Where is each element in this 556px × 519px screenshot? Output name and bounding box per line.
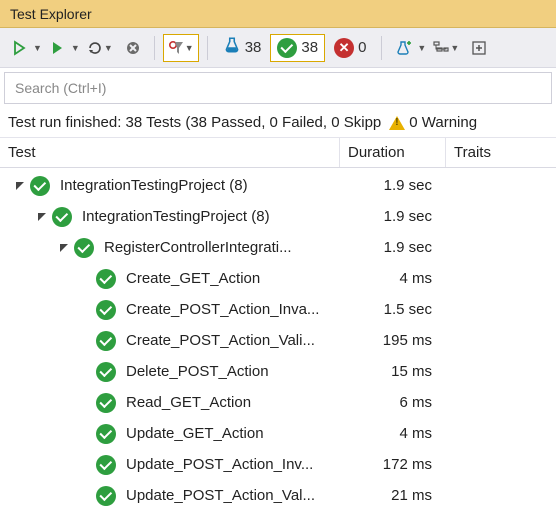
flask-plus-icon — [395, 40, 411, 56]
filter-icon — [168, 40, 184, 56]
test-duration: 4 ms — [340, 425, 446, 442]
playlist-button[interactable]: ▼ — [390, 34, 426, 62]
status-line: Test run finished: 38 Tests (38 Passed, … — [0, 108, 556, 138]
test-duration: 15 ms — [340, 363, 446, 380]
chevron-down-icon: ▼ — [417, 43, 426, 53]
pass-icon — [96, 424, 116, 444]
test-name: Update_GET_Action — [126, 425, 264, 442]
test-name: Update_POST_Action_Inv... — [126, 456, 313, 473]
pass-icon — [96, 300, 116, 320]
test-row[interactable]: Read_GET_Action 6 ms — [0, 387, 556, 418]
run-all-button[interactable]: ▼ — [6, 34, 42, 62]
add-column-icon — [471, 40, 487, 56]
hierarchy-icon — [433, 40, 449, 56]
test-row[interactable]: Update_POST_Action_Inv... 172 ms — [0, 449, 556, 480]
test-row[interactable]: Create_GET_Action 4 ms — [0, 263, 556, 294]
test-row[interactable]: RegisterControllerIntegrati... 1.9 sec — [0, 232, 556, 263]
test-name: Read_GET_Action — [126, 394, 251, 411]
pass-icon — [96, 486, 116, 506]
search-input[interactable] — [13, 79, 543, 97]
repeat-run-button[interactable]: ▼ — [82, 34, 118, 62]
warning-icon — [389, 116, 405, 130]
test-row[interactable]: Create_POST_Action_Vali... 195 ms — [0, 325, 556, 356]
play-icon — [49, 40, 65, 56]
chevron-down-icon: ▼ — [185, 43, 194, 53]
filter-button[interactable]: ▼ — [163, 34, 199, 62]
column-duration[interactable]: Duration — [340, 138, 446, 167]
flask-icon — [223, 36, 241, 59]
test-name: IntegrationTestingProject (8) — [82, 208, 270, 225]
pass-icon — [96, 362, 116, 382]
test-duration: 1.9 sec — [340, 239, 446, 256]
grid-header: Test Duration Traits — [0, 138, 556, 168]
test-duration: 1.5 sec — [340, 301, 446, 318]
test-row[interactable]: Create_POST_Action_Inva... 1.5 sec — [0, 294, 556, 325]
group-by-button[interactable]: ▼ — [428, 34, 464, 62]
cancel-button[interactable] — [120, 34, 146, 62]
search-box[interactable] — [4, 72, 552, 104]
column-test[interactable]: Test — [0, 138, 340, 167]
test-name: Delete_POST_Action — [126, 363, 269, 380]
chevron-down-icon: ▼ — [104, 43, 113, 53]
fail-icon: ✕ — [334, 38, 354, 58]
separator — [381, 36, 382, 60]
passed-count: 38 — [301, 39, 318, 56]
status-warning: 0 Warning — [389, 114, 477, 131]
test-tree: IntegrationTestingProject (8)1.9 secInte… — [0, 168, 556, 519]
pass-icon — [277, 38, 297, 58]
pass-icon — [52, 207, 72, 227]
pass-icon — [96, 331, 116, 351]
pass-icon — [30, 176, 50, 196]
test-name: Create_POST_Action_Inva... — [126, 301, 319, 318]
test-duration: 195 ms — [340, 332, 446, 349]
chevron-down-icon: ▼ — [71, 43, 80, 53]
separator — [154, 36, 155, 60]
collapse-toggle[interactable] — [14, 181, 26, 191]
failed-tests-counter[interactable]: ✕ 0 — [327, 34, 373, 62]
chevron-down-icon: ▼ — [33, 43, 42, 53]
pass-icon — [74, 238, 94, 258]
test-duration: 21 ms — [340, 487, 446, 504]
collapse-toggle[interactable] — [36, 212, 48, 222]
total-count: 38 — [245, 39, 262, 56]
run-button[interactable]: ▼ — [44, 34, 80, 62]
test-name: Create_POST_Action_Vali... — [126, 332, 315, 349]
test-name: RegisterControllerIntegrati... — [104, 239, 292, 256]
test-duration: 6 ms — [340, 394, 446, 411]
test-row[interactable]: IntegrationTestingProject (8) 1.9 sec — [0, 201, 556, 232]
passed-tests-counter[interactable]: 38 — [270, 34, 325, 62]
pass-icon — [96, 393, 116, 413]
pass-icon — [96, 269, 116, 289]
test-row[interactable]: Update_POST_Action_Val... 21 ms — [0, 480, 556, 511]
status-text: Test run finished: 38 Tests (38 Passed, … — [8, 114, 381, 131]
cancel-icon — [125, 40, 141, 56]
test-row[interactable]: IntegrationTestingProject (8) 1.9 sec — [0, 170, 556, 201]
collapse-toggle[interactable] — [58, 243, 70, 253]
column-traits[interactable]: Traits — [446, 138, 556, 167]
test-row[interactable]: Delete_POST_Action 15 ms — [0, 356, 556, 387]
title-bar: Test Explorer — [0, 0, 556, 28]
test-name: Create_GET_Action — [126, 270, 260, 287]
failed-count: 0 — [358, 39, 366, 56]
chevron-down-icon: ▼ — [450, 43, 459, 53]
toolbar: ▼ ▼ ▼ ▼ — [0, 28, 556, 68]
test-name: Update_POST_Action_Val... — [126, 487, 315, 504]
test-duration: 1.9 sec — [340, 208, 446, 225]
total-tests-counter[interactable]: 38 — [216, 34, 269, 62]
warning-text: 0 Warning — [409, 114, 477, 131]
test-duration: 4 ms — [340, 270, 446, 287]
panel-title: Test Explorer — [10, 6, 92, 22]
test-row[interactable]: Update_GET_Action 4 ms — [0, 418, 556, 449]
repeat-icon — [87, 40, 103, 56]
test-duration: 172 ms — [340, 456, 446, 473]
columns-button[interactable] — [466, 34, 492, 62]
separator — [207, 36, 208, 60]
test-name: IntegrationTestingProject (8) — [60, 177, 248, 194]
play-outline-icon — [11, 40, 27, 56]
pass-icon — [96, 455, 116, 475]
test-duration: 1.9 sec — [340, 177, 446, 194]
